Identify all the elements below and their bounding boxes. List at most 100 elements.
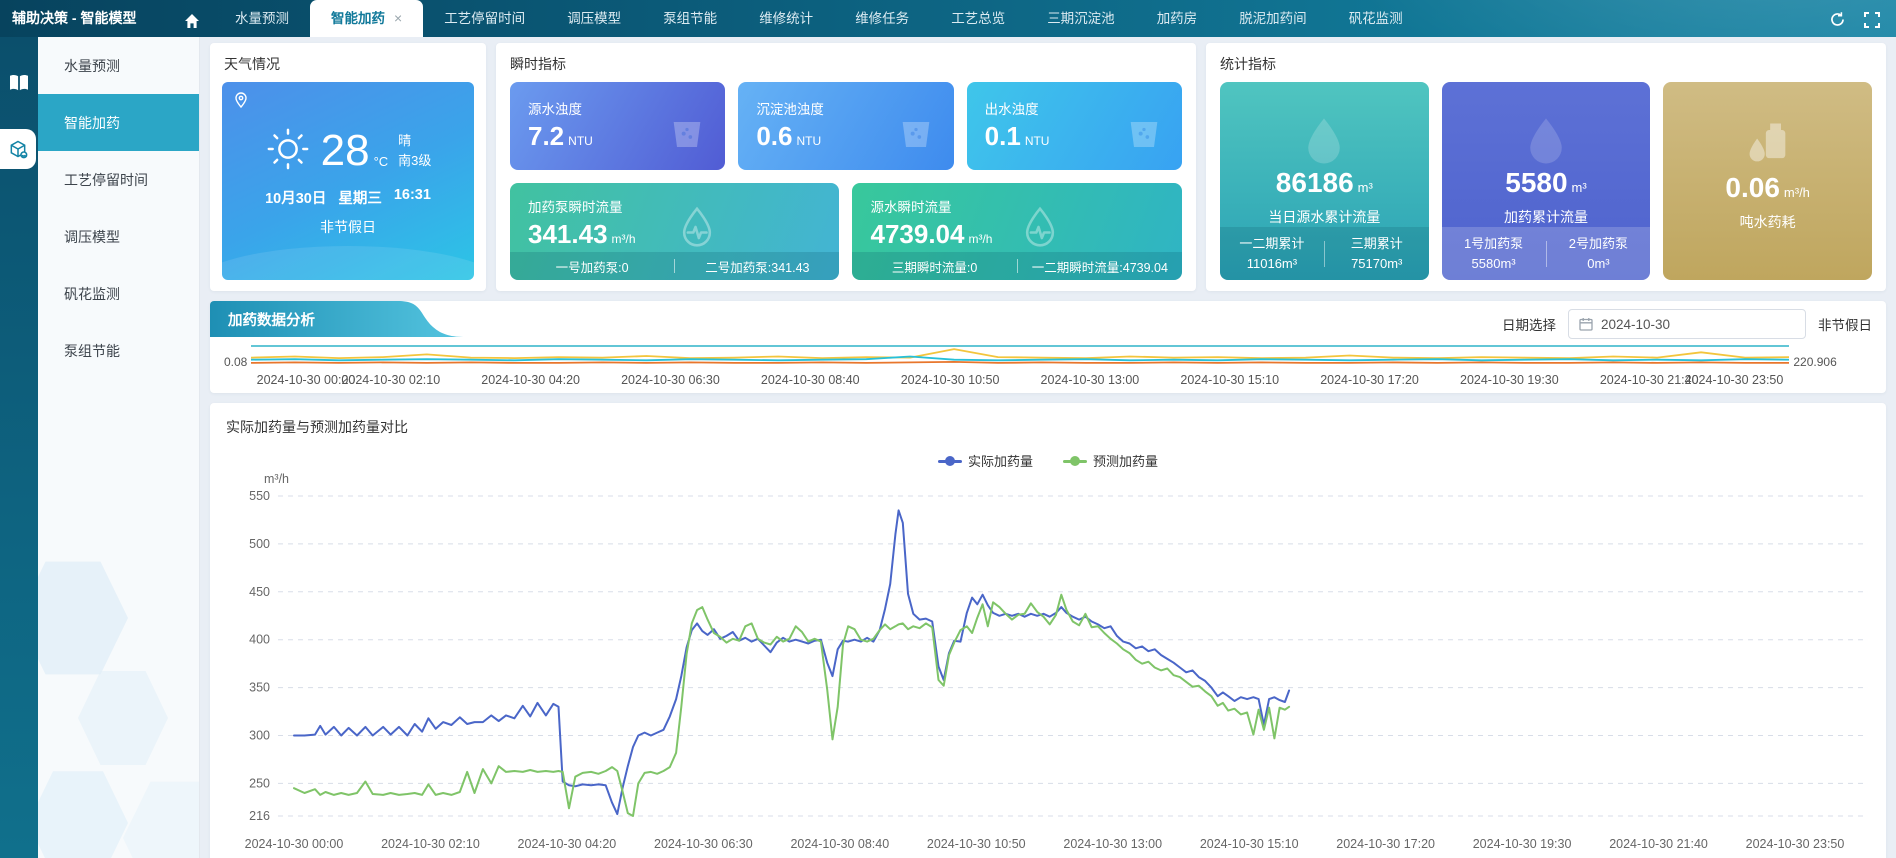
dosing-analysis-band: 加药数据分析 日期选择 2024-10-30 非节假日 0.08 2024-10… [210,301,1886,393]
metric-footer: 三期瞬时流量:0一二期瞬时流量:4739.04 [852,252,1182,280]
svg-text:2024-10-30 23:50: 2024-10-30 23:50 [1685,373,1784,387]
date-picker-row: 日期选择 2024-10-30 非节假日 [1502,309,1872,339]
metric-unit: NTU [568,134,593,148]
tab-泵组节能[interactable]: 泵组节能 [642,0,738,37]
wind-text: 南3级 [398,151,431,171]
stat-footer: 1号加药泵5580m³2号加药泵0m³ [1442,227,1651,280]
temperature-unit: °C [374,154,389,175]
stat-footer-cell: 2号加药泵0m³ [1547,234,1651,273]
tab-维修任务[interactable]: 维修任务 [834,0,930,37]
legend-item-实际加药量[interactable]: 实际加药量 [938,451,1033,470]
svg-text:2024-10-30 17:20: 2024-10-30 17:20 [1336,837,1435,851]
tab-label: 脱泥加药间 [1239,11,1307,26]
svg-text:2024-10-30 15:10: 2024-10-30 15:10 [1200,837,1299,851]
svg-text:2024-10-30 21:40: 2024-10-30 21:40 [1609,837,1708,851]
analysis-ribbon: 加药数据分析 [210,301,466,337]
tab-label: 泵组节能 [663,11,717,26]
y-axis-unit: m³/h [264,472,1870,486]
water-drop-icon [1297,112,1351,169]
sparkline-chart: 2024-10-30 00:002024-10-30 02:102024-10-… [251,343,1789,391]
sparkline-max-label: 220.906 [1789,343,1836,369]
weather-card: 天气情况 28 °C [210,43,486,291]
sidebar-item-智能加药[interactable]: 智能加药 [38,94,199,151]
flow-drop-icon [1018,205,1062,252]
topbar-actions [1829,11,1896,37]
tab-调压模型[interactable]: 调压模型 [546,0,642,37]
metric-unit: NTU [796,134,821,148]
fullscreen-icon[interactable] [1864,12,1880,28]
calendar-icon [1579,317,1593,331]
tab-label: 维修统计 [759,11,813,26]
app-title: 辅助决策 - 智能模型 [0,8,170,37]
tab-三期沉淀池[interactable]: 三期沉淀池 [1026,0,1136,37]
stat-footer-value: 5580m³ [1442,254,1546,274]
tab-维修统计[interactable]: 维修统计 [738,0,834,37]
svg-text:2024-10-30 10:50: 2024-10-30 10:50 [901,373,1000,387]
stat-label: 加药累计流量 [1504,207,1588,227]
sidebar: 水量预测智能加药工艺停留时间调压模型矾花监测泵组节能 [0,37,200,858]
sidebar-item-调压模型[interactable]: 调压模型 [38,208,199,265]
stat-footer-cell: 一二期累计11016m³ [1220,234,1324,273]
sidebar-item-label: 调压模型 [64,227,120,247]
sidebar-item-label: 矾花监测 [64,284,120,304]
stat-label: 当日源水累计流量 [1268,207,1380,227]
tab-工艺总览[interactable]: 工艺总览 [930,0,1026,37]
turbidity-card-源水浊度: 源水浊度7.2NTU [510,82,725,170]
model-cube-icon[interactable] [0,129,36,169]
stat-value: 86186m³ [1276,169,1373,197]
sidebar-item-矾花监测[interactable]: 矾花监测 [38,265,199,322]
sidebar-item-工艺停留时间[interactable]: 工艺停留时间 [38,151,199,208]
top-cards-row: 天气情况 28 °C [210,43,1886,291]
stat-footer-value: 0m³ [1547,254,1651,274]
tab-label: 工艺总览 [951,11,1005,26]
svg-text:2024-10-30 04:20: 2024-10-30 04:20 [518,837,617,851]
metric-unit: m³/h [612,232,636,246]
hexagon-decoration [78,668,168,768]
stat-value: 5580m³ [1505,169,1586,197]
stat-card-吨水药耗: 0.06m³/h吨水药耗 [1663,82,1872,280]
tab-close-icon[interactable]: × [394,0,402,37]
home-button[interactable] [170,13,214,37]
stat-footer-cell: 三期累计75170m³ [1325,234,1429,273]
sun-icon [265,126,311,175]
svg-text:2024-10-30 17:20: 2024-10-30 17:20 [1321,373,1420,387]
tab-label: 工艺停留时间 [444,11,525,26]
svg-text:400: 400 [249,633,270,647]
stat-card-加药累计流量: 5580m³ 加药累计流量1号加药泵5580m³2号加药泵0m³ [1442,82,1651,280]
hexagon-decoration [123,778,200,858]
svg-text:2024-10-30 06:30: 2024-10-30 06:30 [654,837,753,851]
sidebar-item-泵组节能[interactable]: 泵组节能 [38,322,199,379]
weather-date-row: 10月30日 星期三 16:31 [222,187,474,208]
weather-panel: 28 °C 晴 南3级 10月30日 星期三 16:31 非节假日 [222,82,474,280]
tab-水量预测[interactable]: 水量预测 [214,0,310,37]
svg-text:550: 550 [249,489,270,503]
book-icon[interactable] [0,63,38,103]
comparison-chart-card: 实际加药量与预测加药量对比 实际加药量预测加药量 m³/h 5505004504… [210,403,1886,858]
legend-label: 实际加药量 [968,451,1033,470]
metric-footer: 一号加药泵:0二号加药泵:341.43 [510,252,839,280]
tab-脱泥加药间[interactable]: 脱泥加药间 [1218,0,1328,37]
tab-智能加药[interactable]: 智能加药× [310,0,423,37]
refresh-icon[interactable] [1829,11,1846,28]
svg-text:2024-10-30 23:50: 2024-10-30 23:50 [1746,837,1845,851]
dosing-bottle-icon [1742,112,1794,174]
sidebar-item-水量预测[interactable]: 水量预测 [38,37,199,94]
water-glass-icon [1124,112,1164,155]
tab-工艺停留时间[interactable]: 工艺停留时间 [423,0,546,37]
temperature-row: 28 °C 晴 南3级 [222,82,474,175]
weather-date: 10月30日 [265,187,326,208]
svg-text:2024-10-30 13:00: 2024-10-30 13:00 [1041,373,1140,387]
sidebar-item-label: 水量预测 [64,56,120,76]
instant-metrics-card: 瞬时指标 源水浊度7.2NTU沉淀池浊度0.6NTU出水浊度0.1NTU加药泵瞬… [496,43,1196,291]
flow-card-源水瞬时流量: 源水瞬时流量4739.04m³/h三期瞬时流量:0一二期瞬时流量:4739.04 [852,183,1182,280]
svg-text:2024-10-30 02:10: 2024-10-30 02:10 [342,373,441,387]
condition-text: 晴 [398,131,431,151]
tab-矾花监测[interactable]: 矾花监测 [1328,0,1424,37]
legend-item-预测加药量[interactable]: 预测加药量 [1063,451,1158,470]
date-picker-input[interactable]: 2024-10-30 [1568,309,1806,339]
icon-rail [0,37,38,858]
tab-加药房[interactable]: 加药房 [1136,0,1219,37]
tab-label: 调压模型 [567,11,621,26]
stats-grid: 86186m³ 当日源水累计流量一二期累计11016m³三期累计75170m³ 55… [1220,82,1872,280]
tab-label: 加药房 [1157,11,1198,26]
